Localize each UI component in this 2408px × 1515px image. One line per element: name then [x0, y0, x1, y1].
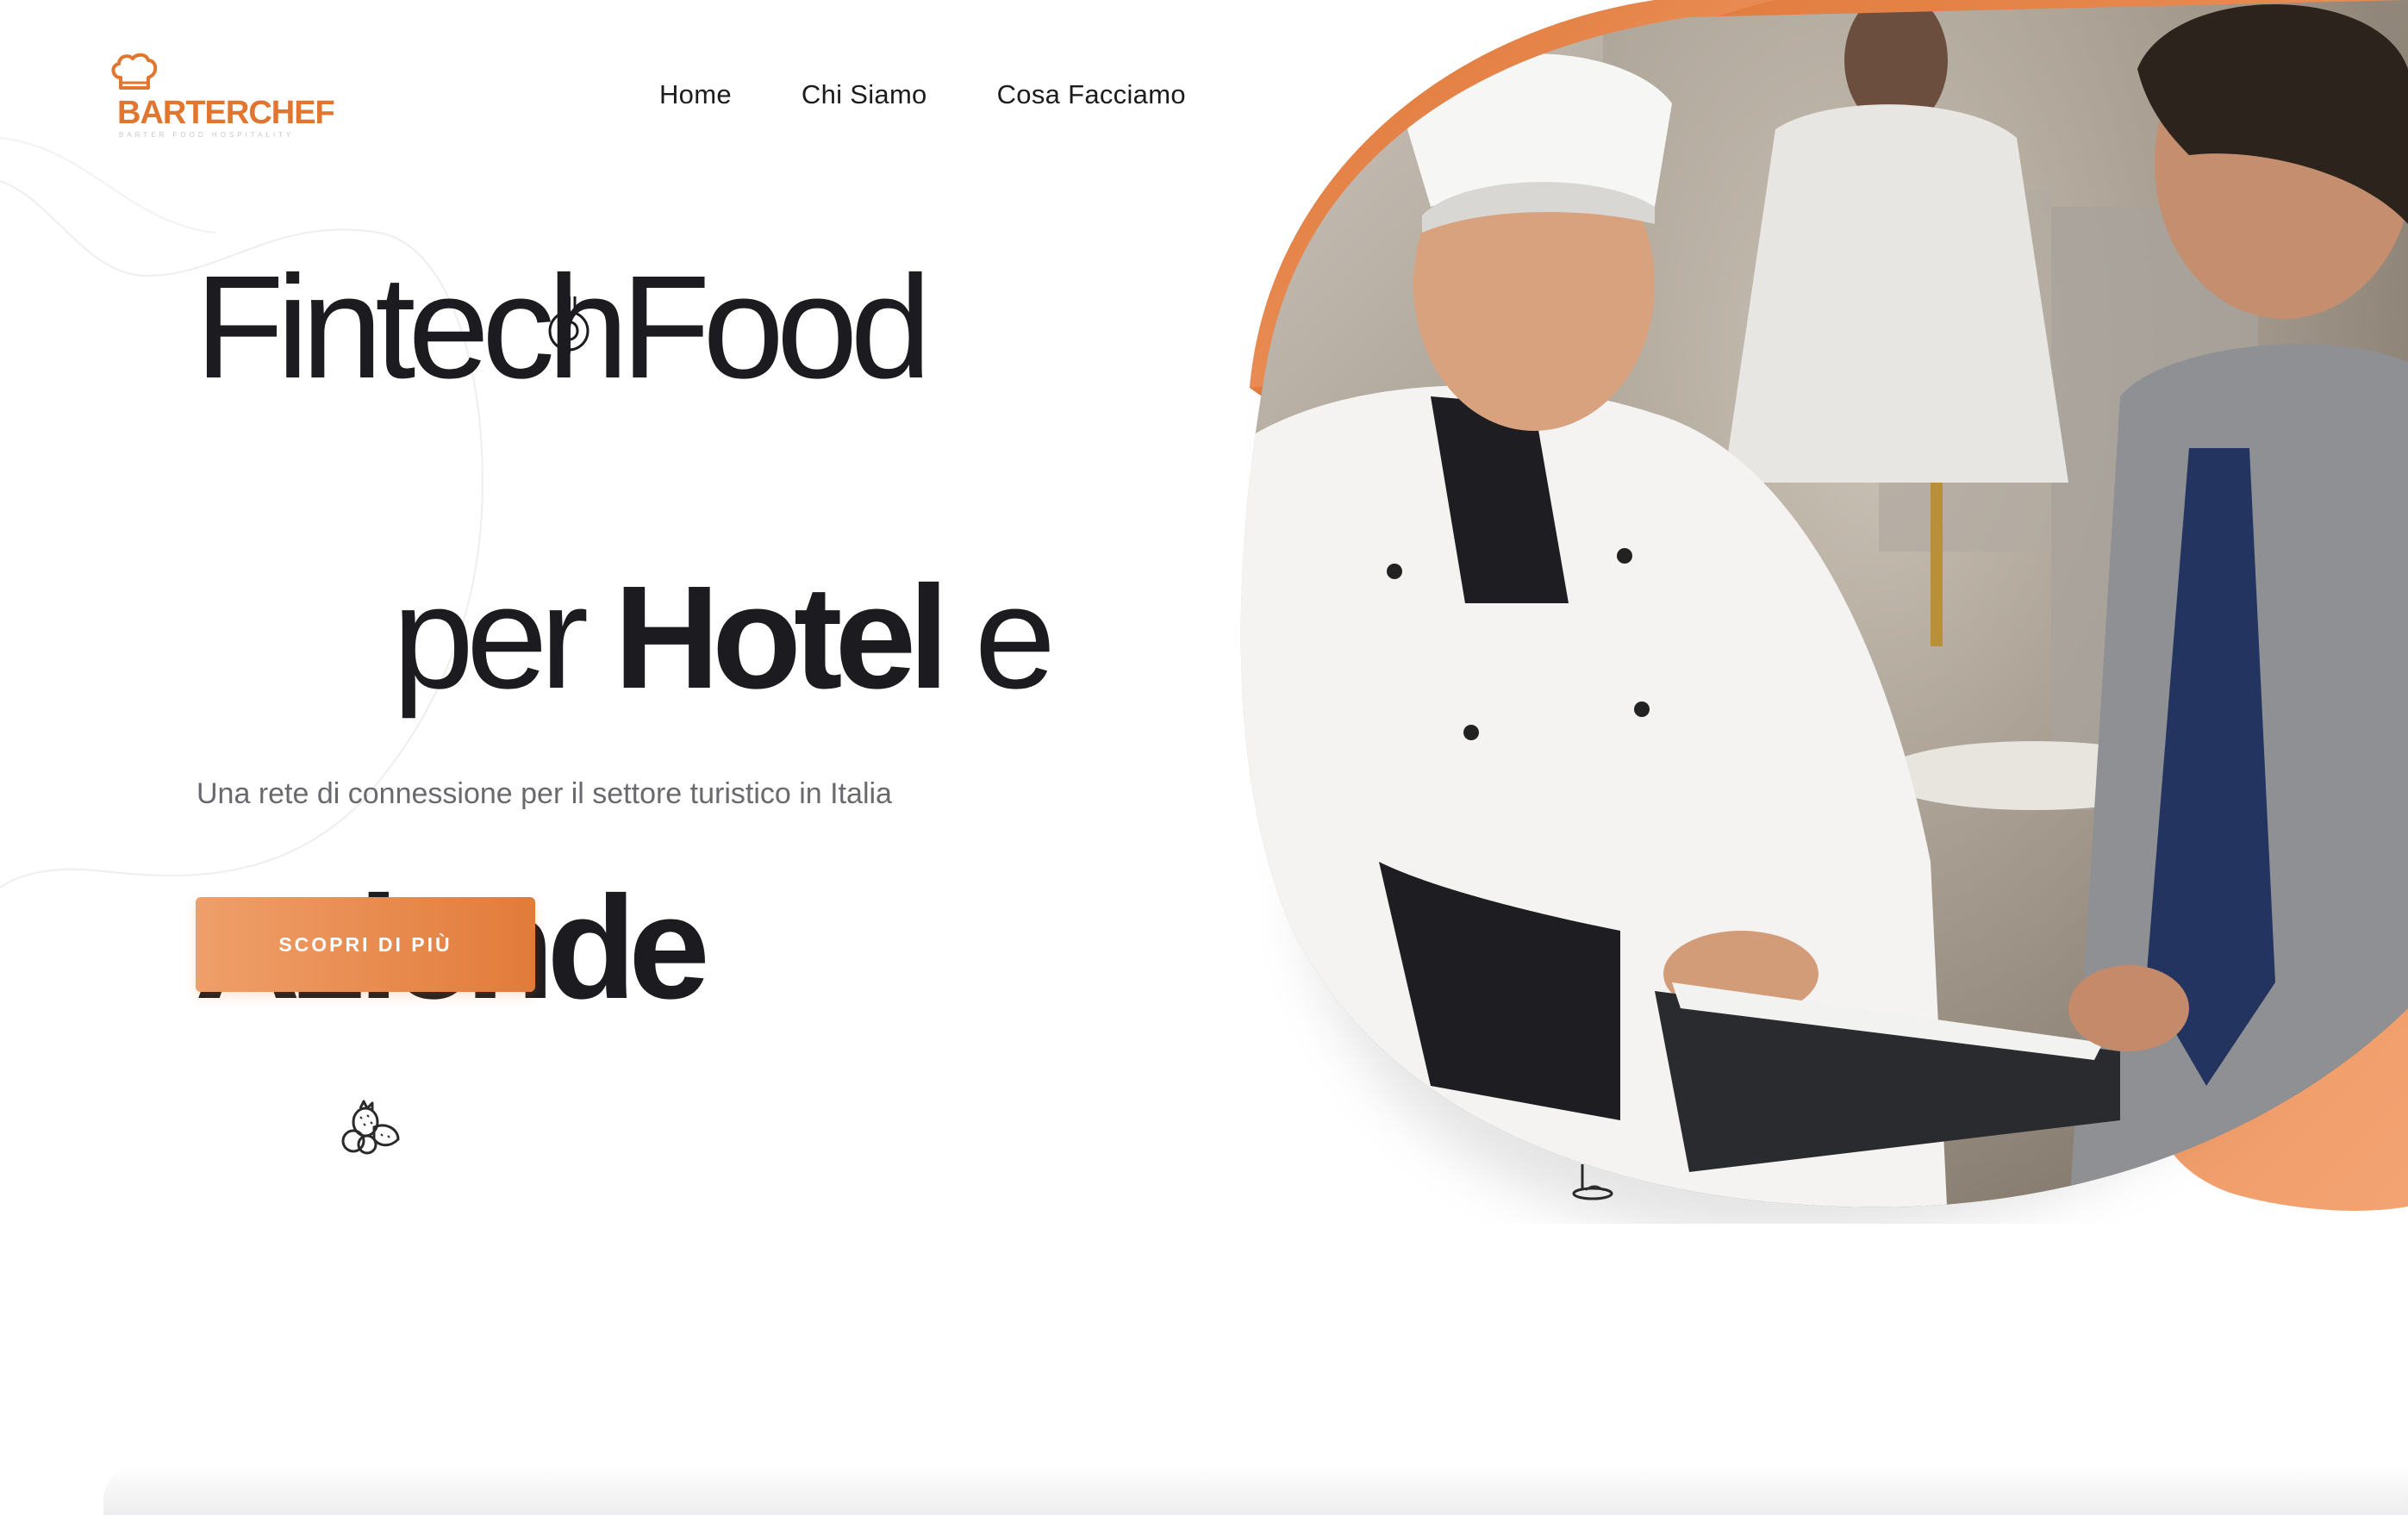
fork-spaghetti-icon — [548, 296, 590, 353]
headline-line-1: FintechFood — [195, 246, 932, 409]
hero-subtitle: Una rete di connessione per il settore t… — [197, 777, 892, 810]
nav-chi-siamo[interactable]: Chi Siamo — [802, 79, 927, 110]
nav-cosa-facciamo[interactable]: Cosa Facciamo — [997, 79, 1186, 110]
brand-logo[interactable]: BARTERCHEF BARTER FOOD HOSPITALITY — [109, 52, 335, 147]
headline-per: per — [392, 556, 614, 720]
hero-photo — [1240, 0, 2408, 1224]
fruit-icon — [341, 1100, 400, 1155]
discover-more-button[interactable]: SCOPRI DI PIÙ — [196, 897, 535, 992]
headline-hotel: Hotel — [614, 556, 949, 720]
brand-name-part1: BARTER — [117, 95, 249, 131]
next-section-edge — [103, 1465, 2408, 1515]
headline-e: e — [941, 556, 1057, 720]
chef-hat-icon — [111, 53, 158, 90]
brand-name-part2: CHEF — [248, 95, 334, 131]
brand-name: BARTERCHEF — [117, 95, 335, 131]
page: BARTERCHEF BARTER FOOD HOSPITALITY Home … — [0, 0, 2408, 1515]
brand-tagline: BARTER FOOD HOSPITALITY — [119, 131, 295, 139]
nav-home[interactable]: Home — [659, 79, 732, 110]
scroll-down-icon[interactable] — [1570, 1159, 1615, 1204]
main-nav: Home Chi Siamo Cosa Facciamo — [659, 79, 1256, 110]
